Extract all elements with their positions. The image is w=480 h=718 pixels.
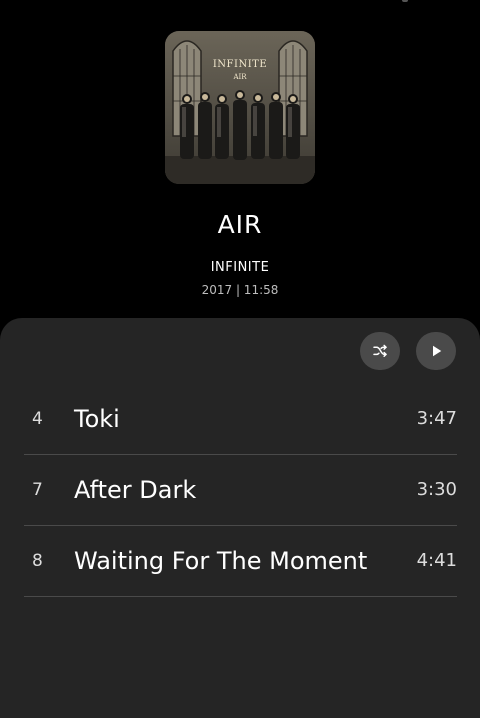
track-number: 7 — [32, 480, 43, 500]
cover-subtitle-text: AIR — [233, 73, 247, 81]
track-row[interactable]: 7 After Dark 3:30 — [24, 455, 457, 526]
track-row[interactable]: 4 Toki 3:47 — [24, 384, 457, 455]
track-duration: 3:30 — [416, 479, 457, 500]
track-number: 8 — [32, 551, 43, 571]
album-cover-art — [165, 31, 315, 184]
track-row[interactable]: 8 Waiting For The Moment 4:41 — [24, 526, 457, 597]
artist-name[interactable]: INFINITE — [0, 260, 480, 275]
play-button[interactable] — [416, 332, 456, 370]
track-title: After Dark — [74, 476, 197, 504]
play-icon — [433, 345, 442, 357]
track-title: Waiting For The Moment — [74, 547, 368, 575]
album-cover: INFINITE AIR — [165, 31, 315, 184]
cover-logo-text: INFINITE — [212, 59, 268, 70]
track-duration: 4:41 — [416, 550, 457, 571]
album-title: AIR — [217, 210, 263, 239]
track-duration: 3:47 — [416, 408, 457, 429]
track-number: 4 — [32, 409, 43, 429]
status-indicator — [402, 0, 408, 2]
shuffle-icon — [373, 344, 387, 357]
track-title: Toki — [74, 405, 120, 433]
shuffle-button[interactable] — [360, 332, 400, 370]
album-meta: 2017 | 11:58 — [201, 283, 279, 297]
